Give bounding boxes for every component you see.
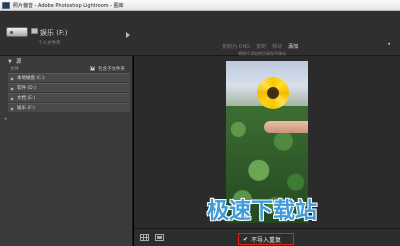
include-subfolders-label[interactable]: 包含子文件夹 — [98, 66, 125, 72]
source-panel-header[interactable]: ▼ 源 — [8, 57, 130, 65]
drive-item[interactable]: ▶ 文档 (E:) — [8, 93, 130, 102]
mode-add[interactable]: 添加 — [288, 43, 298, 50]
site-watermark: 极速下载站 — [207, 199, 318, 224]
lightroom-icon — [2, 1, 10, 9]
window-titlebar: 照片偏音 - Adobe Photoshop Lightroom - 图库 — [0, 0, 400, 11]
import-mode-switcher: 复制为 DNG 复制 移动 添加 — [222, 43, 298, 50]
drive-item[interactable]: ▶ 本地磁盘 (C:) — [8, 73, 130, 82]
files-subheader: 文件 包含子文件夹 — [8, 65, 130, 73]
grid-view-icon[interactable] — [140, 234, 149, 241]
drive-label: 软件 (D:) — [17, 86, 36, 91]
mode-copy[interactable]: 复制 — [256, 43, 266, 50]
left-panel-collapse-icon[interactable]: ◂ — [4, 116, 7, 122]
include-subfolders-checkbox[interactable] — [90, 65, 95, 71]
source-label[interactable]: 娱乐 (F:) — [40, 28, 68, 38]
loupe-view-icon[interactable] — [155, 234, 164, 241]
bottom-toolbar: ✔ 不导入重复 — [134, 228, 400, 246]
window-title: 照片偏音 - Adobe Photoshop Lightroom - 图库 — [13, 2, 124, 9]
source-sublabel: 个人文件夹 — [38, 41, 61, 46]
mode-copy-dng[interactable]: 复制为 DNG — [222, 43, 250, 50]
drive-list: ▶ 本地磁盘 (C:) ▶ 软件 (D:) ▶ 文档 (E:) ▶ 娱乐 (F:… — [8, 73, 130, 113]
dont-import-duplicates-label: 不导入重复 — [251, 236, 282, 244]
photo-hand — [264, 121, 308, 133]
folder-icon — [31, 28, 38, 34]
import-header: 娱乐 (F:) 个人文件夹 复制为 DNG 复制 移动 添加 将照片添加到目录而… — [0, 11, 400, 56]
drive-icon[interactable] — [6, 27, 28, 37]
dont-import-duplicates-toggle[interactable]: ✔ 不导入重复 — [238, 233, 294, 245]
source-panel: ▼ 源 文件 包含子文件夹 ▶ 本地磁盘 (C:) ▶ 软件 (D:) ▶ 文档… — [0, 56, 133, 246]
drive-item[interactable]: ▶ 娱乐 (F:) — [8, 103, 130, 112]
sunflower-center — [267, 87, 279, 99]
checkmark-icon[interactable]: ✔ — [243, 236, 248, 243]
drive-label: 文档 (E:) — [17, 96, 36, 101]
source-panel-title: 源 — [16, 59, 22, 65]
drive-label: 娱乐 (F:) — [17, 106, 35, 111]
drive-label: 本地磁盘 (C:) — [17, 76, 45, 81]
drive-item[interactable]: ▶ 软件 (D:) — [8, 83, 130, 92]
mode-move[interactable]: 移动 — [272, 43, 282, 50]
files-label: 文件 — [10, 67, 19, 72]
collapse-panel-icon[interactable]: ◂ — [387, 41, 390, 47]
source-dropdown-arrow-icon[interactable] — [126, 32, 130, 38]
